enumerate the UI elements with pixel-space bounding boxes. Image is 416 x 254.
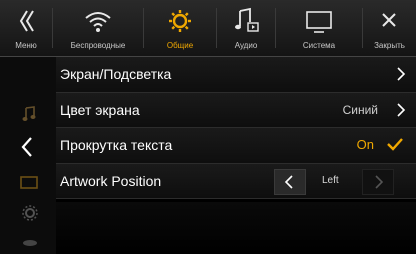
settings-list: Экран/Подсветка Цвет экрана Синий Прокру… (56, 57, 416, 199)
gear-icon (22, 205, 38, 221)
setting-value: On (356, 137, 374, 152)
menu-button[interactable]: Меню (0, 0, 52, 56)
setting-title: Прокрутка текста (60, 137, 173, 153)
screen-icon (20, 176, 38, 189)
tab-general-label: Общие (166, 41, 194, 50)
chevron-right-icon (375, 174, 384, 189)
close-button[interactable]: Закрыть (363, 0, 416, 56)
close-icon (382, 13, 396, 27)
back-chevron-icon[interactable] (18, 136, 38, 158)
setting-title: Artwork Position (60, 172, 162, 189)
tab-general[interactable]: Общие (144, 0, 216, 56)
system-monitor-icon (306, 11, 332, 33)
tab-wireless-label: Беспроводные (70, 41, 126, 50)
setting-text-scroll[interactable]: Прокрутка текста On (56, 128, 416, 164)
music-note-icon (22, 106, 36, 121)
setting-value: Синий (342, 102, 378, 117)
checkmark-icon[interactable] (386, 137, 404, 151)
wireless-icon (85, 12, 111, 32)
increment-button[interactable] (362, 168, 394, 195)
storage-icon (23, 240, 37, 246)
setting-screen-color[interactable]: Цвет экрана Синий (56, 92, 416, 128)
list-empty-area (56, 202, 416, 254)
setting-value: Left (322, 174, 339, 186)
setting-artwork-position: Artwork Position Left (56, 163, 416, 199)
double-chevron-left-icon (19, 10, 34, 32)
tab-wireless[interactable]: Беспроводные (53, 0, 143, 56)
chevron-right-icon (397, 67, 406, 81)
setting-title: Цвет экрана (60, 101, 140, 118)
left-icon-strip (0, 57, 56, 254)
tab-system[interactable]: Система (276, 0, 362, 56)
decrement-button[interactable] (274, 168, 306, 195)
tab-audio[interactable]: Аудио (217, 0, 275, 56)
audio-icon (235, 7, 259, 32)
tab-system-label: Система (302, 41, 336, 50)
gear-icon (169, 10, 191, 32)
menu-label: Меню (15, 41, 37, 50)
top-navigation-bar: Меню Беспроводные Общие Аудио Система За… (0, 0, 416, 57)
setting-title: Экран/Подсветка (60, 66, 172, 82)
chevron-left-icon (284, 174, 293, 189)
setting-display-backlight[interactable]: Экран/Подсветка (56, 57, 416, 93)
close-label: Закрыть (374, 41, 405, 50)
tab-audio-label: Аудио (234, 41, 258, 50)
chevron-right-icon (397, 102, 406, 117)
